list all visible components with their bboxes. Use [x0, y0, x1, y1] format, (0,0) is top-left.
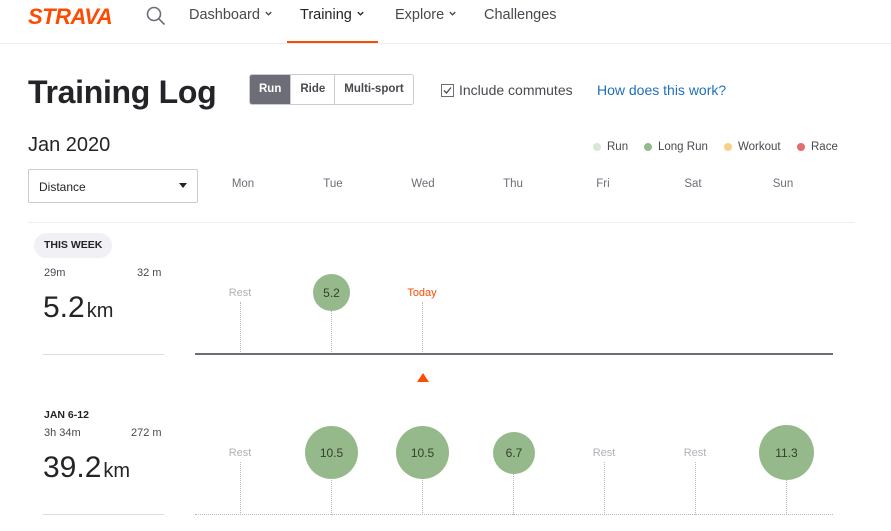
- day-header-sat: Sat: [684, 178, 702, 190]
- page-title: Training Log: [28, 74, 217, 110]
- week-summary-divider: [43, 514, 164, 515]
- week-distance-value: 5.2: [43, 291, 85, 324]
- legend-run: Run: [593, 141, 628, 153]
- week-distance: 5.2 km: [43, 291, 113, 325]
- activity-bubble[interactable]: 5.2: [313, 274, 350, 311]
- legend-long-run: Long Run: [644, 141, 708, 153]
- legend-run-dot: [593, 143, 601, 151]
- day-header-tue: Tue: [323, 178, 343, 190]
- rest-day-label: Rest: [592, 447, 616, 459]
- chevron-down-icon: [449, 11, 456, 16]
- rest-day-label: Rest: [228, 447, 252, 459]
- legend-race-dot: [797, 143, 805, 151]
- header-divider: [28, 222, 855, 223]
- day-stem: [513, 472, 514, 515]
- week-time: 29m: [44, 267, 66, 279]
- legend-race-label: Race: [811, 141, 838, 153]
- month-label: Jan 2020: [28, 134, 111, 156]
- nav-challenges[interactable]: Challenges: [484, 7, 557, 43]
- week-time: 3h 34m: [44, 427, 81, 439]
- week-distance: 39.2 km: [43, 451, 130, 485]
- day-stem: [240, 462, 241, 515]
- activity-bubble[interactable]: 10.5: [396, 426, 449, 479]
- search-icon[interactable]: [146, 6, 166, 26]
- include-commutes-checkbox[interactable]: [441, 83, 454, 97]
- week-elevation: 32 m: [137, 267, 162, 279]
- week-distance-unit: km: [103, 460, 131, 482]
- legend-workout-dot: [724, 143, 732, 151]
- sport-toggle-group: Run Ride Multi-sport: [249, 74, 414, 105]
- nav-explore-label: Explore: [395, 7, 445, 23]
- nav-challenges-label: Challenges: [484, 7, 557, 23]
- checkmark-icon: [443, 86, 452, 94]
- day-stem: [331, 310, 332, 354]
- legend-workout-label: Workout: [738, 141, 781, 153]
- day-header-fri: Fri: [596, 178, 610, 190]
- week-distance-unit: km: [86, 300, 114, 322]
- activity-bubble[interactable]: 11.3: [759, 425, 814, 480]
- today-marker-icon: [417, 373, 429, 382]
- nav-dashboard[interactable]: Dashboard: [189, 7, 273, 43]
- nav-explore[interactable]: Explore: [395, 7, 457, 43]
- metric-select-value: Distance: [39, 180, 86, 194]
- rest-day-label: Rest: [228, 287, 252, 299]
- include-commutes-toggle[interactable]: Include commutes: [441, 82, 573, 98]
- include-commutes-label: Include commutes: [459, 82, 573, 98]
- metric-select[interactable]: Distance: [28, 169, 198, 203]
- week-elevation: 272 m: [131, 427, 162, 439]
- sport-run-button[interactable]: Run: [250, 75, 291, 104]
- how-does-this-work-link[interactable]: How does this work?: [597, 82, 726, 98]
- legend-run-label: Run: [607, 141, 629, 153]
- chevron-down-icon: [265, 11, 272, 16]
- legend-long-run-dot: [644, 143, 652, 151]
- day-stem: [422, 478, 423, 515]
- week-baseline: [195, 514, 833, 515]
- caret-down-icon: [179, 183, 187, 188]
- day-stem: [422, 302, 423, 354]
- sport-ride-button[interactable]: Ride: [290, 75, 335, 104]
- day-stem: [331, 478, 332, 515]
- legend-long-run-label: Long Run: [658, 141, 708, 153]
- sport-multisport-button[interactable]: Multi-sport: [334, 75, 413, 104]
- week-baseline: [195, 353, 833, 355]
- day-header-thu: Thu: [503, 178, 523, 190]
- day-stem: [240, 302, 241, 354]
- week-label-this-week: THIS WEEK: [34, 233, 113, 258]
- active-tab-indicator: [287, 41, 378, 43]
- legend-workout: Workout: [724, 141, 781, 153]
- day-stem: [786, 480, 787, 515]
- strava-logo[interactable]: STRAVA: [28, 4, 113, 30]
- nav-training[interactable]: Training: [287, 7, 378, 43]
- legend-race: Race: [797, 141, 838, 153]
- day-stem: [695, 462, 696, 515]
- day-header-sun: Sun: [772, 178, 794, 190]
- week-distance-value: 39.2: [43, 451, 102, 484]
- top-navigation: STRAVA Dashboard Training Explore Challe…: [0, 0, 891, 44]
- nav-training-label: Training: [300, 7, 352, 23]
- day-header-wed: Wed: [411, 178, 435, 190]
- chevron-down-icon: [357, 11, 364, 16]
- rest-day-label: Rest: [683, 447, 707, 459]
- week-summary-divider: [43, 354, 164, 355]
- day-stem: [604, 462, 605, 515]
- today-label: Today: [407, 287, 437, 299]
- activity-bubble[interactable]: 10.5: [305, 426, 358, 479]
- nav-dashboard-label: Dashboard: [189, 7, 260, 23]
- week-label-jan-6-12: JAN 6-12: [44, 409, 89, 421]
- day-header-mon: Mon: [231, 178, 255, 190]
- activity-bubble[interactable]: 6.7: [493, 432, 535, 474]
